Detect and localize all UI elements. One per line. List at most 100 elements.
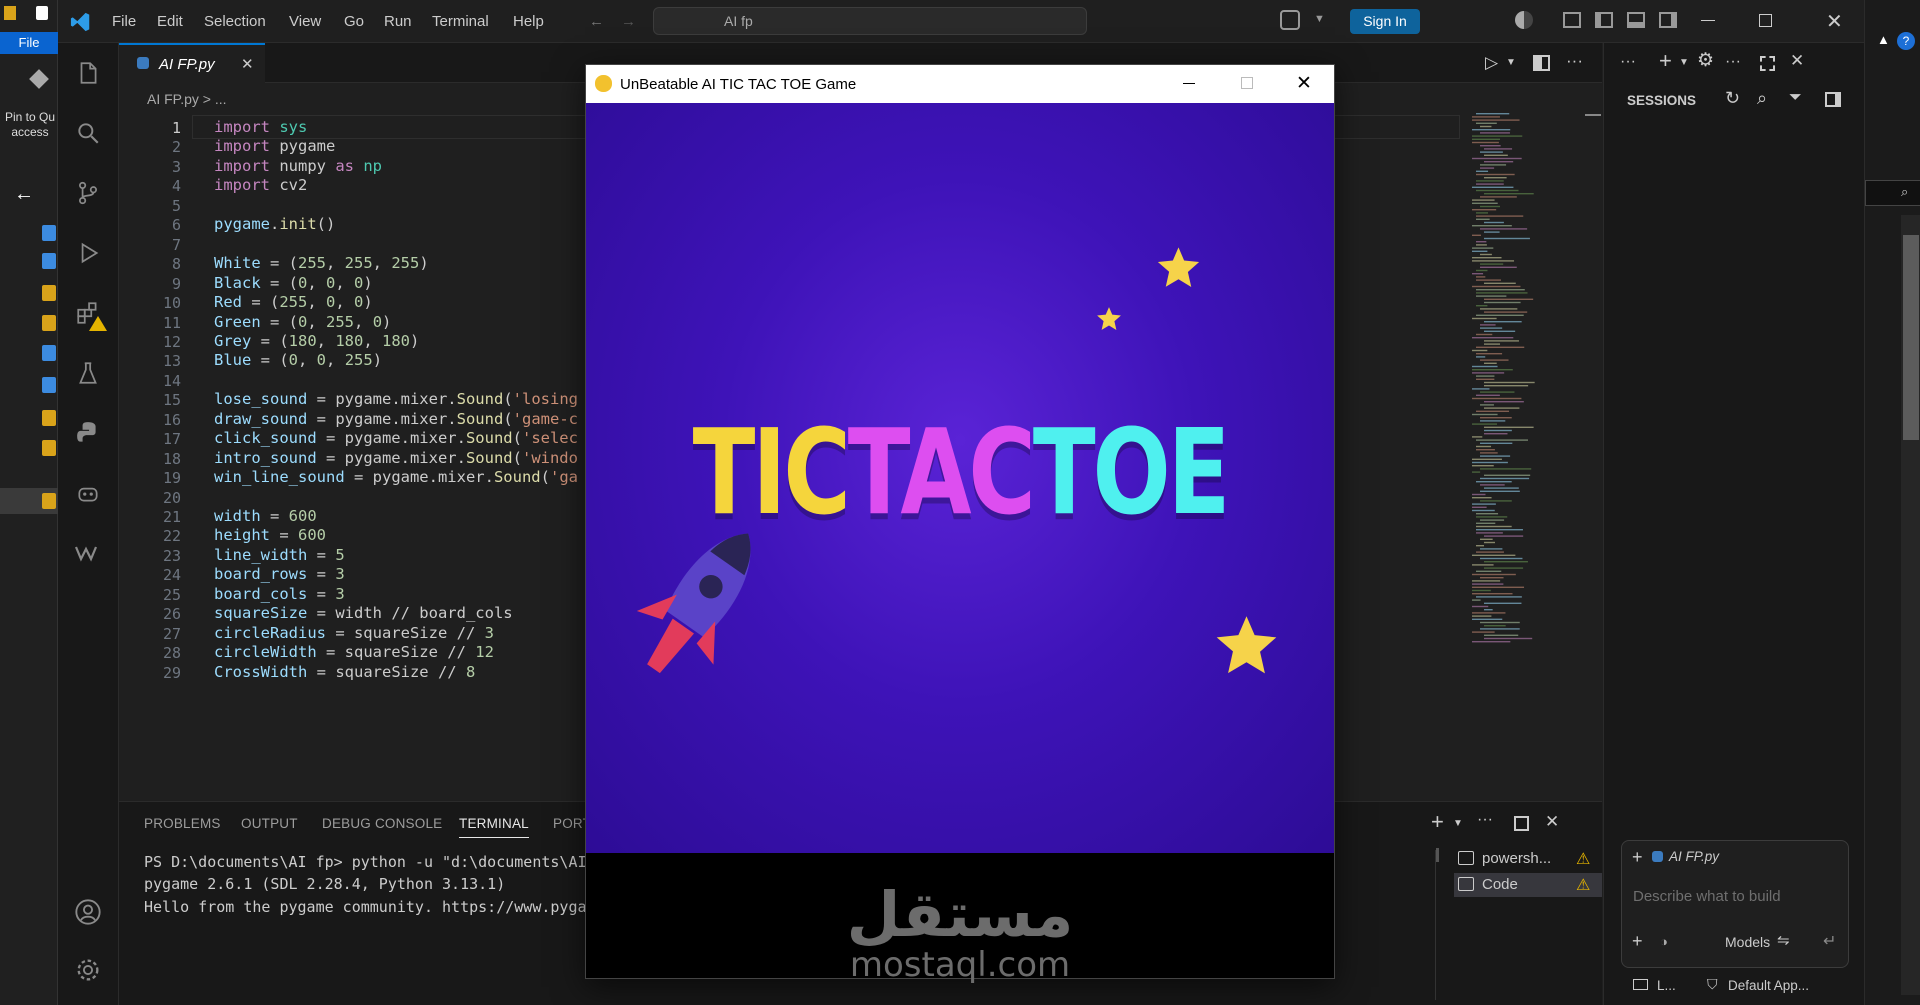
code-line[interactable]: pygame.init() bbox=[214, 215, 335, 233]
back-arrow-icon[interactable]: ← bbox=[14, 183, 34, 206]
close-panel-icon[interactable]: ✕ bbox=[1545, 812, 1559, 832]
new-terminal-icon[interactable]: + bbox=[1431, 809, 1444, 835]
close-icon[interactable]: ✕ bbox=[1790, 51, 1804, 71]
menu-go[interactable]: Go bbox=[344, 13, 364, 30]
wave-extension-icon[interactable] bbox=[74, 540, 102, 568]
search-icon[interactable] bbox=[74, 120, 102, 148]
more-actions-icon[interactable]: ··· bbox=[1477, 811, 1493, 829]
toggle-secondary-sidebar-icon[interactable] bbox=[1659, 12, 1677, 28]
terminal-item-code[interactable]: Code ⚠ bbox=[1454, 873, 1602, 897]
more-actions-icon[interactable]: ··· bbox=[1566, 51, 1583, 71]
nav-forward-icon[interactable]: → bbox=[621, 13, 636, 30]
code-line[interactable]: draw_sound = pygame.mixer.Sound('game-c bbox=[214, 410, 578, 428]
maximize-panel-icon[interactable] bbox=[1514, 816, 1529, 831]
chat-input-box[interactable]: + AI FP.py Describe what to build + ◑ Mo… bbox=[1621, 840, 1849, 968]
close-icon[interactable]: ✕ bbox=[1826, 9, 1843, 34]
editor-tab-ai-fp[interactable]: AI FP.py ✕ bbox=[119, 43, 265, 83]
terminal-item-powershell[interactable]: powersh... ⚠ bbox=[1454, 847, 1602, 871]
customize-layout-icon[interactable] bbox=[1563, 12, 1581, 28]
model-picker[interactable]: Models bbox=[1725, 934, 1770, 950]
search-icon[interactable]: ⌕ bbox=[1757, 88, 1767, 109]
code-line[interactable]: win_line_sound = pygame.mixer.Sound('ga bbox=[214, 468, 578, 486]
tab-problems[interactable]: PROBLEMS bbox=[144, 816, 221, 831]
minimize-icon[interactable] bbox=[1183, 83, 1195, 84]
code-line[interactable]: import cv2 bbox=[214, 176, 307, 194]
context-chip[interactable]: AI FP.py bbox=[1669, 849, 1719, 864]
session-target[interactable]: L... bbox=[1657, 978, 1676, 993]
filter-icon[interactable]: ⏷ bbox=[1789, 89, 1802, 107]
tools-icon[interactable]: ◑ bbox=[1660, 934, 1668, 949]
testing-icon[interactable] bbox=[74, 360, 102, 388]
split-editor-icon[interactable] bbox=[1533, 55, 1550, 71]
tab-output[interactable]: OUTPUT bbox=[241, 816, 298, 831]
chevron-down-icon[interactable]: ▼ bbox=[1314, 13, 1325, 25]
code-line[interactable]: board_cols = 3 bbox=[214, 585, 345, 603]
tab-debug-console[interactable]: DEBUG CONSOLE bbox=[322, 816, 442, 831]
code-line[interactable]: Black = (0, 0, 0) bbox=[214, 274, 373, 292]
pin-quick-access-label[interactable]: Pin to Qu access bbox=[4, 110, 56, 140]
toggle-panel-icon[interactable] bbox=[1627, 12, 1645, 28]
code-line[interactable]: squareSize = width // board_cols bbox=[214, 604, 513, 622]
code-line[interactable]: line_width = 5 bbox=[214, 546, 345, 564]
menu-selection[interactable]: Selection bbox=[204, 13, 266, 30]
accounts-icon[interactable] bbox=[1515, 11, 1533, 29]
code-line[interactable]: import numpy as np bbox=[214, 157, 382, 175]
chevron-up-icon[interactable]: ▲ bbox=[1877, 32, 1890, 47]
file-ribbon-tab[interactable]: File bbox=[0, 32, 58, 54]
send-icon[interactable]: ↵ bbox=[1823, 931, 1836, 951]
python-icon[interactable] bbox=[74, 420, 102, 448]
code-line[interactable]: circleWidth = squareSize // 12 bbox=[214, 643, 494, 661]
code-line[interactable]: intro_sound = pygame.mixer.Sound('windo bbox=[214, 449, 578, 467]
search-icon[interactable]: ⌕ bbox=[1901, 184, 1908, 200]
chat-input[interactable]: Describe what to build bbox=[1633, 888, 1781, 905]
code-line[interactable]: width = 600 bbox=[214, 507, 317, 525]
maximize-icon[interactable] bbox=[1759, 14, 1772, 27]
pygame-window[interactable]: UnBeatable AI TIC TAC TOE Game ✕ TICTACT… bbox=[585, 64, 1335, 985]
menu-run[interactable]: Run bbox=[384, 13, 412, 30]
settings-gear-icon[interactable] bbox=[74, 956, 102, 984]
tab-terminal[interactable]: TERMINAL bbox=[459, 816, 529, 838]
code-line[interactable]: White = (255, 255, 255) bbox=[214, 254, 429, 272]
add-icon[interactable]: + bbox=[1632, 931, 1643, 952]
run-and-debug-icon[interactable] bbox=[74, 240, 102, 268]
accounts-icon[interactable] bbox=[74, 898, 102, 926]
add-context-icon[interactable]: + bbox=[1632, 847, 1643, 868]
run-file-icon[interactable]: ▷ bbox=[1485, 53, 1498, 73]
maximize-icon[interactable] bbox=[1760, 56, 1775, 71]
menu-edit[interactable]: Edit bbox=[157, 13, 183, 30]
sign-in-button[interactable]: Sign In bbox=[1350, 9, 1420, 34]
settings-gear-icon[interactable]: ⚙ bbox=[1697, 49, 1714, 72]
toggle-sidebar-icon[interactable] bbox=[1825, 92, 1841, 107]
code-line[interactable]: board_rows = 3 bbox=[214, 565, 345, 583]
chevron-down-icon[interactable]: ▼ bbox=[1506, 57, 1516, 68]
code-line[interactable]: Grey = (180, 180, 180) bbox=[214, 332, 419, 350]
code-line[interactable]: CrossWidth = squareSize // 8 bbox=[214, 663, 475, 681]
copilot-chat-icon[interactable] bbox=[74, 480, 102, 508]
code-line[interactable]: circleRadius = squareSize // 3 bbox=[214, 624, 494, 642]
configure-icon[interactable]: ⇋ bbox=[1777, 931, 1790, 949]
chevron-down-icon[interactable]: ▼ bbox=[1679, 57, 1689, 68]
help-icon[interactable]: ? bbox=[1897, 32, 1915, 50]
scrollbar-thumb[interactable] bbox=[1903, 235, 1919, 440]
menu-help[interactable]: Help bbox=[513, 13, 544, 30]
code-line[interactable]: lose_sound = pygame.mixer.Sound('losing bbox=[214, 390, 578, 408]
more-actions-icon[interactable]: ··· bbox=[1620, 53, 1636, 71]
menu-terminal[interactable]: Terminal bbox=[432, 13, 489, 30]
toggle-primary-sidebar-icon[interactable] bbox=[1595, 12, 1613, 28]
source-control-icon[interactable] bbox=[74, 180, 102, 208]
minimize-icon[interactable] bbox=[1701, 20, 1715, 21]
more-actions-icon[interactable]: ··· bbox=[1725, 53, 1741, 71]
code-line[interactable]: click_sound = pygame.mixer.Sound('selec bbox=[214, 429, 578, 447]
code-line[interactable]: Red = (255, 0, 0) bbox=[214, 293, 373, 311]
permission-mode[interactable]: Default App... bbox=[1728, 978, 1809, 993]
command-center[interactable]: AI fp bbox=[653, 7, 1087, 35]
menu-view[interactable]: View bbox=[289, 13, 321, 30]
search-box[interactable] bbox=[1865, 180, 1920, 206]
code-line[interactable]: height = 600 bbox=[214, 526, 326, 544]
copilot-icon[interactable] bbox=[1280, 10, 1300, 30]
minimap[interactable] bbox=[1470, 113, 1590, 753]
nav-back-icon[interactable]: ← bbox=[589, 13, 604, 30]
menu-file[interactable]: File bbox=[112, 13, 136, 30]
game-canvas[interactable]: TICTACTOE bbox=[586, 103, 1334, 853]
scrollbar-thumb[interactable] bbox=[1436, 848, 1439, 862]
